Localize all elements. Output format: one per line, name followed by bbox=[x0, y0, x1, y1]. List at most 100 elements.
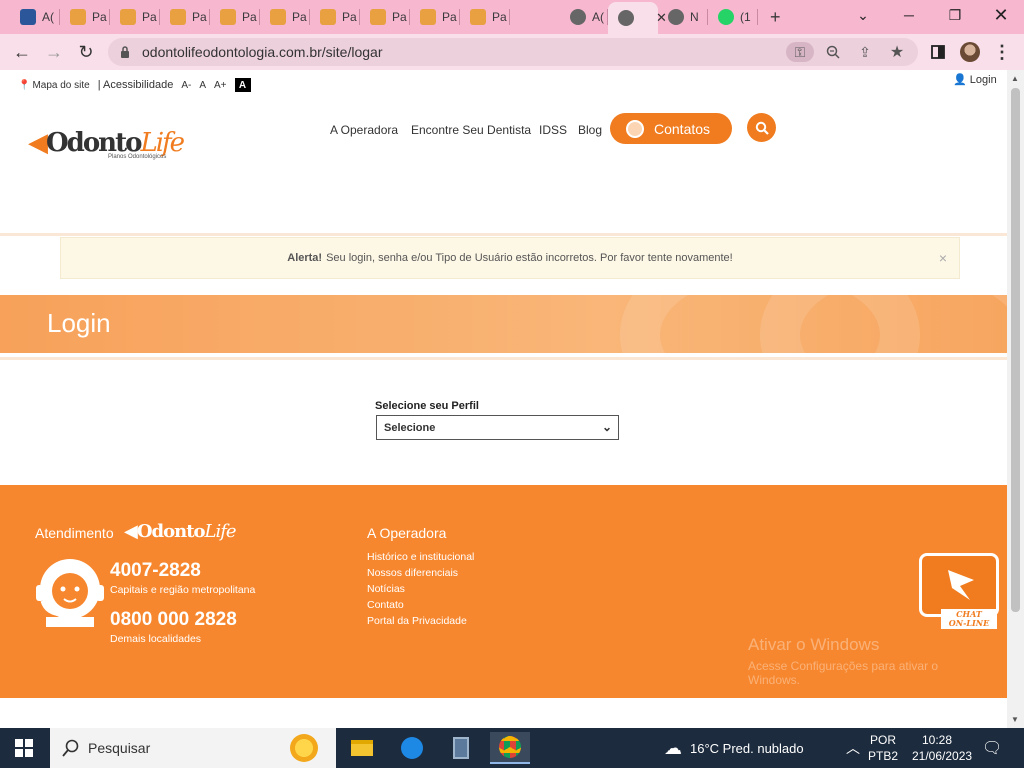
footer-atendimento: Atendimento bbox=[35, 525, 114, 541]
alert-close-button[interactable]: × bbox=[939, 250, 947, 266]
tab-label: Pa bbox=[442, 10, 457, 24]
browser-tab[interactable]: A( bbox=[560, 4, 608, 30]
browser-tab[interactable]: N bbox=[658, 4, 708, 30]
sidebar-icon[interactable] bbox=[926, 40, 950, 64]
tab-label: A( bbox=[592, 10, 604, 24]
language-indicator[interactable]: POR PTB2 bbox=[868, 732, 898, 764]
tab-search-icon[interactable]: ⌄ bbox=[840, 0, 886, 30]
lang-line-1: POR bbox=[869, 733, 896, 747]
tab-label: Pa bbox=[192, 10, 207, 24]
nav-encontre-dentista[interactable]: Encontre Seu Dentista bbox=[411, 123, 531, 137]
footer-link[interactable]: Portal da Privacidade bbox=[367, 615, 467, 627]
tab-label: N bbox=[690, 10, 699, 24]
font-increase-button[interactable]: A+ bbox=[214, 80, 227, 91]
tray-expand-icon[interactable]: ︿ bbox=[846, 728, 860, 768]
browser-tab[interactable]: Pa bbox=[460, 4, 510, 30]
nav-blog[interactable]: Blog bbox=[578, 123, 602, 137]
tab-label: Pa bbox=[142, 10, 157, 24]
footer-logo: ◀OdontoLife bbox=[124, 521, 237, 542]
start-button[interactable] bbox=[0, 728, 48, 768]
browser-tab[interactable]: Pa bbox=[60, 4, 110, 30]
chat-online-button[interactable]: CHAT ON-LINE bbox=[919, 553, 999, 629]
phone-demais[interactable]: 0800 000 2828 bbox=[110, 609, 237, 631]
file-explorer-icon[interactable] bbox=[342, 732, 382, 764]
footer-link[interactable]: Notícias bbox=[367, 583, 405, 595]
phone-capitais[interactable]: 4007-2828 bbox=[110, 560, 201, 582]
browser-tab[interactable]: (1 bbox=[708, 4, 758, 30]
search-button[interactable] bbox=[747, 113, 776, 142]
chrome-icon[interactable] bbox=[490, 732, 530, 764]
profile-select-value: Selecione bbox=[384, 421, 436, 434]
scroll-down-icon[interactable]: ▼ bbox=[1011, 715, 1019, 724]
tab-label: Pa bbox=[492, 10, 507, 24]
browser-tab[interactable]: Pa bbox=[160, 4, 210, 30]
tab-separator bbox=[757, 9, 758, 25]
phone-capitais-note: Capitais e região metropolitana bbox=[110, 584, 256, 596]
odontolife-logo[interactable]: ◀OdontoLife Planos Odontológicos bbox=[28, 128, 185, 160]
footer-link[interactable]: Contato bbox=[367, 599, 404, 611]
calculator-icon[interactable] bbox=[441, 732, 481, 764]
divider-top bbox=[0, 233, 1007, 236]
browser-tab[interactable]: Pa bbox=[260, 4, 310, 30]
close-window-button[interactable]: ✕ bbox=[978, 0, 1024, 30]
stc-icon bbox=[270, 9, 286, 25]
page-title: Login bbox=[47, 308, 111, 338]
chat-logo-icon bbox=[948, 570, 974, 600]
forward-button[interactable]: → bbox=[42, 40, 66, 64]
stc-icon bbox=[70, 9, 86, 25]
profile-select[interactable]: Selecione ⌄ bbox=[376, 415, 619, 440]
clock-time: 10:28 bbox=[921, 733, 953, 747]
reload-button[interactable]: ↻ bbox=[74, 40, 98, 64]
notification-center-icon[interactable]: 🗨 bbox=[982, 728, 1002, 768]
skype-icon[interactable] bbox=[392, 732, 432, 764]
taskbar-search[interactable]: Pesquisar bbox=[50, 728, 336, 768]
nav-operadora[interactable]: A Operadora bbox=[330, 123, 398, 137]
footer-link[interactable]: Histórico e institucional bbox=[367, 551, 474, 563]
address-bar[interactable]: odontolifeodontologia.com.br/site/logar … bbox=[108, 38, 918, 66]
scroll-up-icon[interactable]: ▲ bbox=[1011, 74, 1019, 83]
key-icon[interactable]: ⚿ bbox=[786, 42, 814, 62]
weather-widget[interactable]: ☁ 16°C Pred. nublado bbox=[664, 728, 804, 768]
url-text: odontolifeodontologia.com.br/site/logar bbox=[142, 44, 383, 60]
footer-operadora-title: A Operadora bbox=[367, 525, 447, 541]
windows-taskbar: Pesquisar ☁ 16°C Pred. nublado ︿ POR PTB2… bbox=[0, 728, 1024, 768]
system-clock[interactable]: 10:28 21/06/2023 bbox=[912, 732, 972, 764]
lock-icon bbox=[121, 46, 129, 58]
globe-icon bbox=[668, 9, 684, 25]
login-link[interactable]: 👤 Login bbox=[953, 73, 997, 86]
page-scrollbar[interactable]: ▲ ▼ bbox=[1007, 70, 1024, 728]
browser-tab[interactable]: Pa bbox=[360, 4, 410, 30]
back-button[interactable]: ← bbox=[10, 40, 34, 64]
word-icon bbox=[20, 9, 36, 25]
contatos-button[interactable]: Contatos bbox=[610, 113, 732, 144]
share-icon[interactable]: ⇪ bbox=[854, 42, 876, 62]
browser-tab[interactable]: Pa bbox=[110, 4, 160, 30]
browser-tab[interactable]: Pa bbox=[410, 4, 460, 30]
tab-label: Pa bbox=[242, 10, 257, 24]
high-contrast-button[interactable]: A bbox=[234, 78, 251, 92]
footer-link[interactable]: Nossos diferenciais bbox=[367, 567, 458, 579]
minimize-button[interactable]: ─ bbox=[886, 0, 932, 30]
browser-tab[interactable]: A( bbox=[10, 4, 60, 30]
browser-tabstrip: A(Pa Pa Pa Pa Pa Pa Pa Pa Pa A(✕ N (1 + ⌄ ─ ❐ ✕ bbox=[0, 0, 1024, 34]
font-normal-button[interactable]: A bbox=[199, 80, 206, 91]
scrollbar-thumb[interactable] bbox=[1011, 88, 1020, 612]
restore-button[interactable]: ❐ bbox=[932, 0, 978, 30]
nav-idss[interactable]: IDSS bbox=[539, 123, 567, 137]
font-decrease-button[interactable]: A- bbox=[181, 80, 191, 91]
globe-icon bbox=[570, 9, 586, 25]
bookmark-star-icon[interactable]: ★ bbox=[886, 42, 908, 62]
browser-tab[interactable]: Pa bbox=[210, 4, 260, 30]
watermark-title: Ativar o Windows bbox=[748, 635, 880, 654]
browser-tab[interactable]: ✕ bbox=[608, 2, 667, 34]
whatsapp-icon bbox=[718, 9, 734, 25]
browser-menu-icon[interactable]: ⋮ bbox=[990, 40, 1014, 64]
zoom-icon[interactable] bbox=[822, 42, 844, 62]
footer-logo-mark-icon: ◀ bbox=[124, 521, 138, 542]
browser-tab[interactable]: Pa bbox=[310, 4, 360, 30]
sitemap-link[interactable]: Mapa do site bbox=[32, 80, 89, 91]
windows-activation-watermark: Ativar o Windows Acesse Configurações pa… bbox=[748, 635, 988, 687]
profile-avatar[interactable] bbox=[958, 40, 982, 64]
new-tab-button[interactable]: + bbox=[762, 4, 781, 30]
tab-label: Pa bbox=[392, 10, 407, 24]
